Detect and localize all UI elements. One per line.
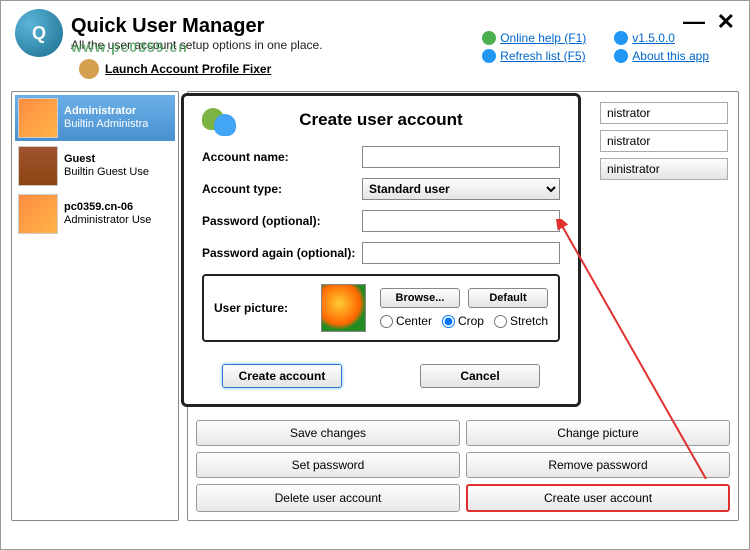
account-name-input[interactable]	[362, 146, 560, 168]
user-list: Administrator Builtin Administra Guest B…	[11, 91, 179, 521]
close-button[interactable]: ✕	[717, 9, 735, 35]
version-link[interactable]: v1.5.0.0	[614, 31, 709, 45]
detail-dropdown[interactable]: ninistrator	[600, 158, 728, 180]
password-again-input[interactable]	[362, 242, 560, 264]
account-type-label: Account type:	[202, 182, 362, 196]
remove-password-button[interactable]: Remove password	[466, 452, 730, 478]
user-avatar	[18, 98, 58, 138]
online-help-link[interactable]: Online help (F1)	[482, 31, 586, 45]
account-type-select[interactable]: Standard user	[362, 178, 560, 200]
user-item-pc0359[interactable]: pc0359.cn-06 Administrator Use	[15, 191, 175, 237]
center-radio[interactable]: Center	[380, 314, 432, 328]
change-picture-button[interactable]: Change picture	[466, 420, 730, 446]
password-label: Password (optional):	[202, 214, 362, 228]
picture-preview	[321, 284, 366, 332]
account-name-label: Account name:	[202, 150, 362, 164]
delete-user-button[interactable]: Delete user account	[196, 484, 460, 512]
app-subtitle: All the user account setup options in on…	[71, 38, 323, 52]
about-link[interactable]: About this app	[614, 49, 709, 63]
profile-fixer-link[interactable]: Launch Account Profile Fixer	[105, 62, 271, 76]
help-icon	[482, 31, 496, 45]
create-user-button[interactable]: Create user account	[466, 484, 730, 512]
profile-fixer-icon	[79, 59, 99, 79]
crop-radio[interactable]: Crop	[442, 314, 484, 328]
dialog-title: Create user account	[202, 110, 560, 130]
save-changes-button[interactable]: Save changes	[196, 420, 460, 446]
password-input[interactable]	[362, 210, 560, 232]
users-icon	[198, 106, 238, 146]
default-button[interactable]: Default	[468, 288, 548, 308]
refresh-icon	[482, 49, 496, 63]
detail-field[interactable]: nistrator	[600, 102, 728, 124]
create-user-dialog: Create user account Account name: Accoun…	[181, 93, 581, 407]
set-password-button[interactable]: Set password	[196, 452, 460, 478]
refresh-link[interactable]: Refresh list (F5)	[482, 49, 586, 63]
info-icon	[614, 31, 628, 45]
about-icon	[614, 49, 628, 63]
stretch-radio[interactable]: Stretch	[494, 314, 548, 328]
create-account-button[interactable]: Create account	[222, 364, 342, 388]
detail-field[interactable]: nistrator	[600, 130, 728, 152]
app-title: Quick User Manager	[71, 15, 323, 38]
browse-button[interactable]: Browse...	[380, 288, 460, 308]
cancel-button[interactable]: Cancel	[420, 364, 540, 388]
user-picture-label: User picture:	[214, 301, 307, 315]
user-avatar	[18, 194, 58, 234]
password-again-label: Password again (optional):	[202, 246, 362, 260]
user-item-administrator[interactable]: Administrator Builtin Administra	[15, 95, 175, 141]
user-item-guest[interactable]: Guest Builtin Guest Use	[15, 143, 175, 189]
user-avatar	[18, 146, 58, 186]
app-icon: Q	[15, 9, 63, 57]
